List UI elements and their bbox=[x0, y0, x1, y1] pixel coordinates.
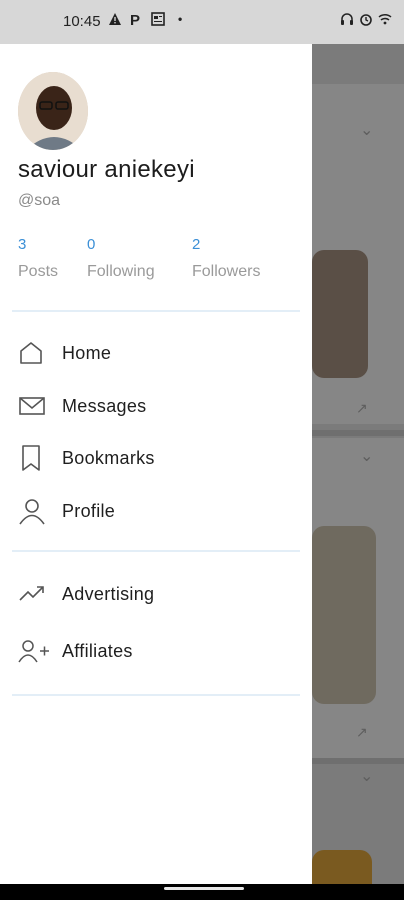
menu-item-label: Affiliates bbox=[62, 640, 133, 661]
stat-label: Followers bbox=[192, 263, 261, 280]
system-nav-bar bbox=[0, 884, 404, 900]
chevron-down-icon: ⌄ bbox=[360, 448, 374, 465]
stat-label: Following bbox=[87, 263, 155, 280]
profile-handle: @soa bbox=[18, 192, 61, 209]
alarm-icon bbox=[359, 12, 373, 29]
stat-value: 0 bbox=[87, 236, 96, 253]
status-time: 10:45 bbox=[63, 13, 101, 30]
menu-item-messages[interactable]: Messages bbox=[18, 386, 298, 426]
menu-item-label: Messages bbox=[62, 395, 147, 416]
feed-photo bbox=[312, 526, 376, 704]
stat-posts[interactable]: 3 Posts bbox=[18, 236, 58, 281]
divider bbox=[12, 694, 300, 696]
add-user-icon bbox=[18, 635, 50, 667]
parking-icon: P bbox=[130, 12, 141, 29]
status-bar: 10:45 P • bbox=[0, 0, 404, 44]
mail-icon bbox=[18, 390, 50, 422]
stat-followers[interactable]: 2 Followers bbox=[192, 236, 260, 281]
user-icon bbox=[18, 495, 50, 527]
menu-item-bookmarks[interactable]: Bookmarks bbox=[18, 438, 298, 478]
headphones-icon bbox=[340, 12, 354, 29]
status-icons bbox=[340, 12, 392, 29]
chevron-down-icon: ⌄ bbox=[360, 122, 374, 139]
stat-value: 3 bbox=[18, 236, 27, 253]
home-gesture-pill[interactable] bbox=[164, 887, 244, 890]
menu-item-label: Home bbox=[62, 342, 112, 363]
stat-following[interactable]: 0 Following bbox=[87, 236, 155, 281]
stat-label: Posts bbox=[18, 263, 59, 280]
divider bbox=[12, 550, 300, 552]
menu-item-label: Advertising bbox=[62, 583, 155, 604]
warning-icon bbox=[108, 12, 122, 30]
news-icon bbox=[151, 12, 165, 30]
navigation-drawer: saviour aniekeyi @soa 3 Posts 0 Followin… bbox=[0, 44, 312, 884]
feed-photo bbox=[312, 850, 372, 884]
chevron-down-icon: ⌄ bbox=[360, 768, 374, 785]
dot-icon: • bbox=[178, 12, 183, 26]
menu-item-profile[interactable]: Profile bbox=[18, 491, 298, 531]
menu-item-label: Bookmarks bbox=[62, 447, 155, 468]
menu-item-advertising[interactable]: Advertising bbox=[18, 574, 298, 614]
menu-item-home[interactable]: Home bbox=[18, 333, 298, 373]
home-icon bbox=[18, 337, 50, 369]
stat-value: 2 bbox=[192, 236, 201, 253]
avatar[interactable] bbox=[18, 72, 88, 150]
external-link-icon: ↗ bbox=[356, 400, 368, 416]
trending-icon bbox=[18, 578, 50, 610]
menu-item-label: Profile bbox=[62, 500, 116, 521]
wifi-icon bbox=[378, 12, 392, 29]
menu-item-affiliates[interactable]: Affiliates bbox=[18, 631, 298, 671]
feed-photo bbox=[312, 250, 368, 378]
background-feed: ⌄ ↗ ⌄ ↗ ⌄ bbox=[312, 44, 404, 884]
divider bbox=[12, 310, 300, 312]
external-link-icon: ↗ bbox=[356, 724, 368, 740]
bookmark-icon bbox=[18, 442, 50, 474]
profile-name: saviour aniekeyi bbox=[18, 156, 195, 183]
